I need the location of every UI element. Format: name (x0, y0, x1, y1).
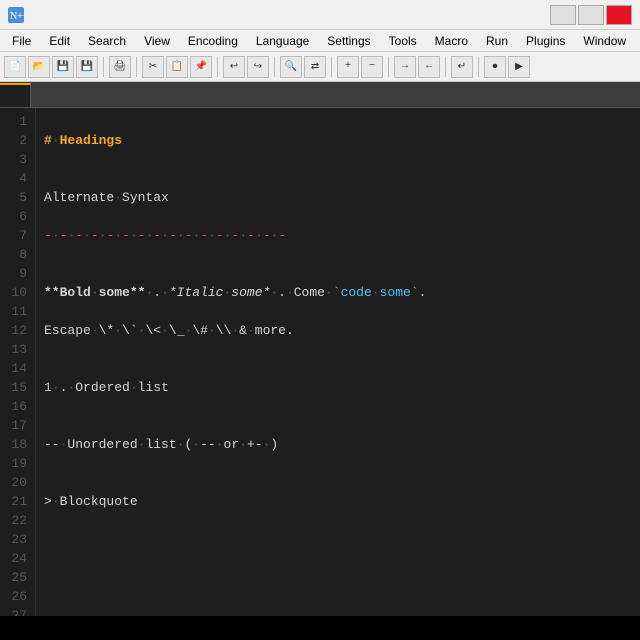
code-line-6: **Bold·some**·.·*Italic·some*·.·Come·`co… (44, 283, 632, 302)
code-line-3: Alternate·Syntax (44, 188, 632, 207)
zoom-in-button[interactable]: + (337, 56, 359, 78)
replace-button[interactable]: ⇄ (304, 56, 326, 78)
menu-file[interactable]: File (4, 32, 39, 50)
new-button[interactable]: 📄 (4, 56, 26, 78)
line-num: 6 (4, 207, 27, 226)
line-num: 21 (4, 492, 27, 511)
menu-macro[interactable]: Macro (427, 32, 476, 50)
paste-button[interactable]: 📌 (190, 56, 212, 78)
code-line-11: --·Unordered·list·(·--·or·+-·) (44, 435, 632, 454)
macro-rec-button[interactable]: ⏺ (484, 56, 506, 78)
toolbar-sep-7 (445, 57, 446, 77)
menu-tools[interactable]: Tools (381, 32, 425, 50)
line-num: 10 (4, 283, 27, 302)
line-num: 7 (4, 226, 27, 245)
line-num: 2 (4, 131, 27, 150)
line-num: 26 (4, 587, 27, 606)
line-num: 8 (4, 245, 27, 264)
line-num: 3 (4, 150, 27, 169)
toolbar-sep-1 (103, 57, 104, 77)
toolbar-sep-3 (217, 57, 218, 77)
menu-plugins[interactable]: Plugins (518, 32, 573, 50)
menu-run[interactable]: Run (478, 32, 516, 50)
redo-button[interactable]: ↪ (247, 56, 269, 78)
copy-button[interactable]: 📋 (166, 56, 188, 78)
line-num: 19 (4, 454, 27, 473)
line-num: 9 (4, 264, 27, 283)
menu-settings[interactable]: Settings (319, 32, 378, 50)
menu-search[interactable]: Search (80, 32, 134, 50)
close-button[interactable] (606, 5, 632, 25)
line-num: 4 (4, 169, 27, 188)
line-num: 14 (4, 359, 27, 378)
line-num: 1 (4, 112, 27, 131)
open-button[interactable]: 📂 (28, 56, 50, 78)
outdent-button[interactable]: ← (418, 56, 440, 78)
editor-tab[interactable] (0, 83, 31, 107)
print-button[interactable]: 🖨 (109, 56, 131, 78)
svg-text:N++: N++ (10, 11, 24, 22)
toolbar-sep-8 (478, 57, 479, 77)
line-num: 17 (4, 416, 27, 435)
minimize-button[interactable] (550, 5, 576, 25)
indent-button[interactable]: → (394, 56, 416, 78)
toolbar-sep-4 (274, 57, 275, 77)
wrap-button[interactable]: ↵ (451, 56, 473, 78)
line-num: 15 (4, 378, 27, 397)
save-all-button[interactable]: 💾 (76, 56, 98, 78)
find-button[interactable]: 🔍 (280, 56, 302, 78)
line-num: 24 (4, 549, 27, 568)
line-num: 20 (4, 473, 27, 492)
line-num: 18 (4, 435, 27, 454)
code-line-13: >·Blockquote (44, 492, 632, 511)
code-line-4: -·-·-·-·-·-·-·-·-·-·-·-·-·-·-·- (44, 226, 632, 245)
line-num: 11 (4, 302, 27, 321)
line-num: 22 (4, 511, 27, 530)
toolbar: 📄 📂 💾 💾 🖨 ✂ 📋 📌 ↩ ↪ 🔍 ⇄ + − → ← ↵ ⏺ ▶ (0, 52, 640, 82)
code-line-9: 1·.·Ordered·list (44, 378, 632, 397)
undo-button[interactable]: ↩ (223, 56, 245, 78)
line-numbers: 1 2 3 4 5 6 7 8 9 10 11 12 13 14 15 16 1… (0, 108, 36, 616)
line-num: 5 (4, 188, 27, 207)
menu-encoding[interactable]: Encoding (180, 32, 246, 50)
line-num: 16 (4, 397, 27, 416)
zoom-out-button[interactable]: − (361, 56, 383, 78)
macro-play-button[interactable]: ▶ (508, 56, 530, 78)
window-controls (550, 5, 632, 25)
line-num: 27 (4, 606, 27, 616)
title-bar: N++ (0, 0, 640, 30)
tab-bar (0, 82, 640, 108)
menu-edit[interactable]: Edit (41, 32, 78, 50)
menu-help[interactable]: ? (636, 32, 640, 50)
menu-view[interactable]: View (136, 32, 178, 50)
line-num: 23 (4, 530, 27, 549)
code-editor[interactable]: #·Headings Alternate·Syntax -·-·-·-·-·-·… (36, 108, 640, 616)
line-num: 25 (4, 568, 27, 587)
app-icon: N++ (8, 7, 24, 23)
editor-container: 1 2 3 4 5 6 7 8 9 10 11 12 13 14 15 16 1… (0, 108, 640, 616)
maximize-button[interactable] (578, 5, 604, 25)
save-button[interactable]: 💾 (52, 56, 74, 78)
toolbar-sep-5 (331, 57, 332, 77)
menu-window[interactable]: Window (575, 32, 634, 50)
code-line-1: #·Headings (44, 131, 632, 150)
menu-language[interactable]: Language (248, 32, 317, 50)
line-num: 13 (4, 340, 27, 359)
line-num: 12 (4, 321, 27, 340)
cut-button[interactable]: ✂ (142, 56, 164, 78)
code-line-7: Escape·\*·\`·\<·\_·\#·\\·&·more. (44, 321, 632, 340)
toolbar-sep-2 (136, 57, 137, 77)
menu-bar: File Edit Search View Encoding Language … (0, 30, 640, 52)
toolbar-sep-6 (388, 57, 389, 77)
